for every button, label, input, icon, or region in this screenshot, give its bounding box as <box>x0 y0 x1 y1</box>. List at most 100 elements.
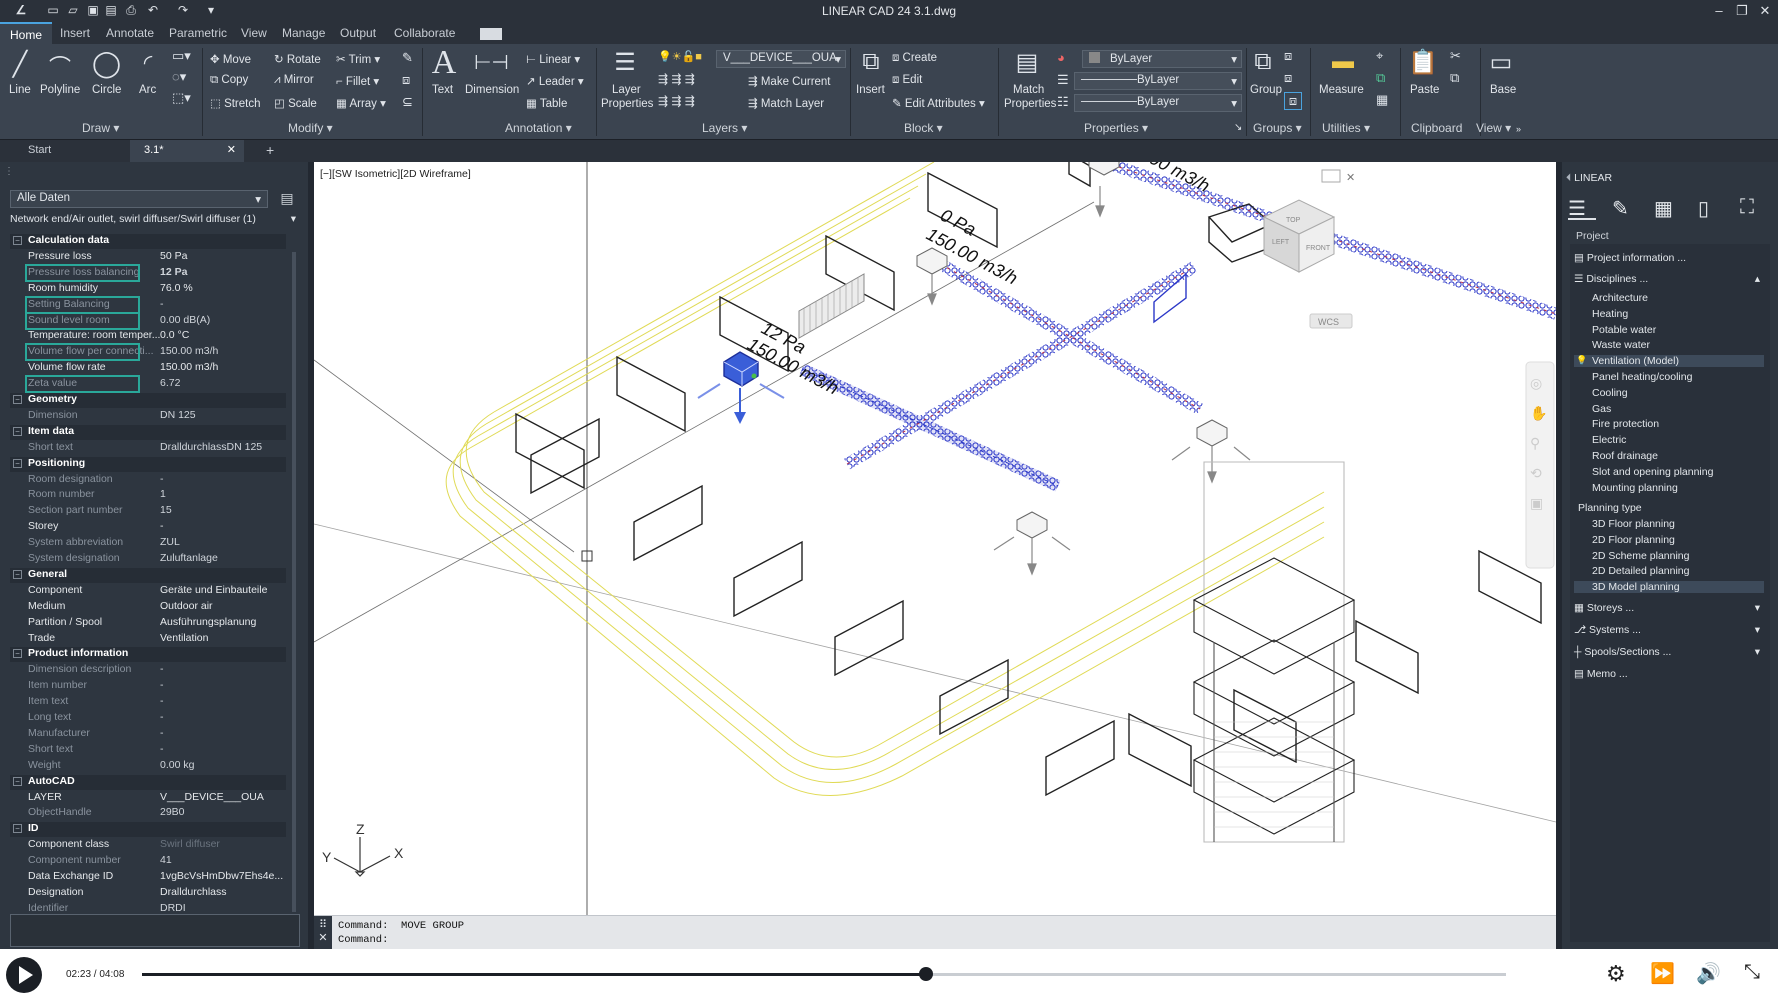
text-button[interactable]: Text <box>432 84 453 96</box>
discipline-item[interactable]: 💡 Ventilation (Model) <box>1574 355 1764 368</box>
tab-manage[interactable]: Manage <box>282 26 325 40</box>
viewcube[interactable]: TOP FRONT LEFT ✕ <box>1262 169 1355 273</box>
group-button[interactable]: Group <box>1250 84 1282 96</box>
zoom-icon[interactable]: ⚲ <box>1530 435 1540 451</box>
tab-output[interactable]: Output <box>340 26 376 40</box>
property-row[interactable]: Pressure loss 50 Pa <box>10 250 286 265</box>
view-panel-label[interactable]: View ▾ <box>1476 121 1511 135</box>
property-row[interactable]: Component number 41 <box>10 854 286 869</box>
project-information-item[interactable]: ▤ Project information ... <box>1574 252 1686 264</box>
properties-launcher-icon[interactable]: ↘ <box>1234 122 1242 133</box>
tab-insert[interactable]: Insert <box>60 26 90 40</box>
dimension-tool-icon[interactable]: ⊢⊣ <box>474 50 509 75</box>
property-row[interactable]: Dimension DN 125 <box>10 409 286 424</box>
property-row[interactable]: System abbreviation ZUL <box>10 536 286 551</box>
property-value[interactable]: 150.00 m3/h <box>160 361 286 373</box>
property-value[interactable]: Zuluftanlage <box>160 552 286 564</box>
property-value[interactable]: ZUL <box>160 536 286 548</box>
tab-parametric[interactable]: Parametric <box>169 26 227 40</box>
discipline-item[interactable]: Mounting planning <box>1574 482 1764 494</box>
property-value[interactable]: 6.72 <box>160 377 286 389</box>
match-layer-button[interactable]: ⇶ Match Layer <box>748 96 824 110</box>
planning-item[interactable]: 2D Scheme planning <box>1574 550 1764 562</box>
tab-collaborate[interactable]: Collaborate <box>394 26 455 40</box>
color-wheel-icon[interactable]: ◕ <box>1057 50 1065 65</box>
selection-dropdown[interactable]: Network end/Air outlet, swirl diffuser/S… <box>4 212 302 230</box>
property-value[interactable]: - <box>160 711 286 723</box>
property-value[interactable]: Geräte und Einbauteile <box>160 584 286 596</box>
edit-block-button[interactable]: ⧈ Edit <box>892 74 922 87</box>
layers-panel-label[interactable]: Layers ▾ <box>702 121 747 135</box>
table-button[interactable]: ▦ Table <box>526 96 567 110</box>
planning-item[interactable]: 3D Floor planning <box>1574 518 1764 530</box>
block-panel-label[interactable]: Block ▾ <box>904 121 943 135</box>
calculator-icon[interactable]: ▦ <box>1376 92 1388 108</box>
property-row[interactable]: Weight 0.00 kg <box>10 759 286 774</box>
filter-dropdown[interactable]: Alle Daten ▾ <box>10 190 268 208</box>
steering-wheel-icon[interactable]: ◎ <box>1530 375 1542 391</box>
property-row[interactable]: Short text DralldurchlassDN 125 <box>10 441 286 456</box>
discipline-item[interactable]: Heating <box>1574 308 1764 320</box>
fillet-button[interactable]: ⌐ Fillet ▾ <box>336 74 379 88</box>
arc-tool-icon[interactable]: ◜ <box>134 50 162 76</box>
discipline-item[interactable]: Panel heating/cooling <box>1574 371 1764 383</box>
hatch-icon[interactable]: ◌▾ <box>172 69 186 85</box>
collapse-icon[interactable]: − <box>13 824 22 834</box>
erase-icon[interactable]: ✎ <box>402 50 413 66</box>
measure-icon[interactable]: ▬ <box>1326 48 1360 74</box>
quick-select-icon[interactable]: ▤ <box>278 190 296 208</box>
property-row[interactable]: Room number 1 <box>10 488 286 503</box>
close-command-icon[interactable]: ✕ <box>314 931 332 944</box>
showmotion-icon[interactable]: ▣ <box>1530 495 1543 511</box>
command-input[interactable]: Command: <box>338 934 388 946</box>
discipline-item[interactable]: Waste water <box>1574 339 1764 351</box>
draw-panel-label[interactable]: Draw ▾ <box>82 121 119 135</box>
property-row[interactable]: System designation Zuluftanlage <box>10 552 286 567</box>
property-row[interactable]: Temperature: room temper... 0.0 °C <box>10 329 286 344</box>
id-point-icon[interactable]: ⌖ <box>1376 48 1383 64</box>
tab-annotate[interactable]: Annotate <box>106 26 154 40</box>
property-category[interactable]: − Geometry <box>10 393 286 408</box>
close-tab-icon[interactable]: ✕ <box>227 143 236 156</box>
line-tool-icon[interactable]: ╱ <box>6 50 34 78</box>
polyline-tool-icon[interactable]: ⌒ <box>46 50 74 82</box>
progress-track[interactable] <box>142 967 1506 981</box>
property-category[interactable]: − AutoCAD <box>10 774 286 790</box>
pan-icon[interactable]: ✋ <box>1530 405 1547 421</box>
match-properties-button[interactable]: Match <box>1013 84 1044 96</box>
viewport-restore-icon[interactable] <box>1321 169 1341 183</box>
layer-properties-icon[interactable]: ☰ <box>608 48 642 77</box>
layer-tools-icons[interactable]: ⇶ ⇶ ⇶ <box>658 72 695 86</box>
property-value[interactable]: DRDI <box>160 902 286 914</box>
property-value[interactable]: Ventilation <box>160 632 286 644</box>
rotate-button[interactable]: ↻ Rotate <box>274 52 321 66</box>
discipline-item[interactable]: Gas <box>1574 403 1764 415</box>
play-button[interactable] <box>6 957 42 993</box>
insert-button[interactable]: Insert <box>856 84 885 96</box>
property-category[interactable]: − Item data <box>10 424 286 440</box>
property-value[interactable]: 150.00 m3/h <box>160 345 286 357</box>
document-icon[interactable]: ▯ <box>1698 196 1709 221</box>
discipline-item[interactable]: Slot and opening planning <box>1574 466 1764 478</box>
property-row[interactable]: Medium Outdoor air <box>10 600 286 615</box>
collapse-icon[interactable]: − <box>13 776 22 786</box>
collapse-icon[interactable]: − <box>13 649 22 659</box>
property-value[interactable]: - <box>160 298 286 310</box>
layer-dropdown[interactable]: V___DEVICE___OUA ▾ <box>716 50 846 68</box>
move-button[interactable]: ✥ Move <box>210 52 251 66</box>
quick-select-icon[interactable]: ⧉ <box>1376 70 1385 86</box>
property-value[interactable]: - <box>160 473 286 485</box>
panel-grip-icon[interactable]: ⋮ <box>4 166 14 177</box>
property-value[interactable]: 12 Pa <box>160 266 286 278</box>
paste-icon[interactable]: 📋 <box>1408 48 1438 77</box>
property-row[interactable]: Long text - <box>10 711 286 726</box>
playback-speed-icon[interactable]: ⏩ <box>1650 961 1675 986</box>
viewport-close-icon[interactable]: ✕ <box>1346 172 1355 184</box>
insert-block-icon[interactable]: ⧉ <box>856 48 886 76</box>
lineweight-icon[interactable]: ☷ <box>1057 94 1069 110</box>
property-row[interactable]: ObjectHandle 29B0 <box>10 806 286 821</box>
property-value[interactable]: - <box>160 727 286 739</box>
planning-item[interactable]: 2D Floor planning <box>1574 534 1764 546</box>
color-dropdown[interactable]: ByLayer ▾ <box>1082 50 1242 68</box>
ungroup-icon[interactable]: ⧈ <box>1284 48 1292 64</box>
